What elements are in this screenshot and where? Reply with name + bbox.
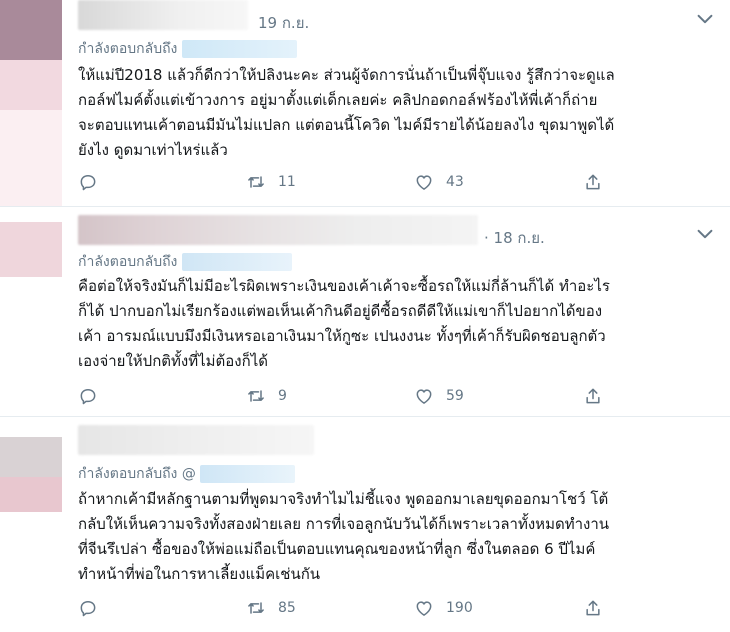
replying-to-label: กำลังตอบกลับถึง: [78, 254, 178, 270]
like-count: 43: [446, 174, 464, 190]
reply-icon: [80, 601, 96, 617]
reply-button[interactable]: [78, 170, 110, 194]
author-name-redacted: [78, 215, 478, 245]
reply-button[interactable]: [78, 596, 110, 620]
retweet-count: 11: [278, 174, 296, 190]
reply-button[interactable]: [78, 384, 110, 408]
author-name-redacted: [78, 0, 248, 30]
tweet-date[interactable]: 19 ก.ย.: [258, 11, 309, 35]
replying-to-handle-redacted[interactable]: [200, 465, 296, 483]
like-button[interactable]: 59: [414, 384, 464, 408]
tweet-feed: 19 ก.ย. กำลังตอบกลับถึง ให้แม่ปี2018 แล้…: [0, 0, 730, 632]
tweet[interactable]: · 18 ก.ย. กำลังตอบกลับถึง คือต่อให้จริงม…: [0, 207, 730, 417]
retweet-button[interactable]: 11: [246, 170, 296, 194]
reply-icon: [80, 389, 96, 405]
replying-to-label: กำลังตอบกลับถึง @: [78, 466, 196, 482]
tweet[interactable]: 19 ก.ย. กำลังตอบกลับถึง ให้แม่ปี2018 แล้…: [0, 0, 730, 207]
tweet-text: ให้แม่ปี2018 แล้วก็ดีกว่าให้ปลิงนะคะ ส่ว…: [78, 66, 615, 159]
tweet-actions: 11 43: [78, 170, 628, 194]
share-button[interactable]: [583, 384, 603, 408]
retweet-button[interactable]: 9: [246, 384, 287, 408]
like-count: 190: [446, 600, 473, 616]
tweet[interactable]: กำลังตอบกลับถึง @ ถ้าหากเค้ามีหลักฐานตาม…: [0, 417, 730, 632]
reply-icon: [80, 175, 96, 191]
like-button[interactable]: 190: [414, 596, 473, 620]
replying-to-label: กำลังตอบกลับถึง: [78, 41, 178, 57]
retweet-icon: [248, 390, 264, 402]
tweet-text: คือต่อให้จริงมันก็ไม่มีอะไรผิดเพราะเงินข…: [78, 277, 610, 370]
retweet-button[interactable]: 85: [246, 596, 296, 620]
retweet-count: 9: [278, 388, 287, 404]
tweet-date[interactable]: · 18 ก.ย.: [484, 226, 545, 250]
tweet-actions: 85 190: [78, 596, 628, 620]
like-button[interactable]: 43: [414, 170, 464, 194]
share-button[interactable]: [583, 596, 603, 620]
share-button[interactable]: [583, 170, 603, 194]
share-icon: [586, 388, 600, 404]
replying-to: กำลังตอบกลับถึง: [78, 38, 297, 60]
tweet-actions: 9 59: [78, 384, 628, 408]
replying-to-handle-redacted[interactable]: [181, 253, 292, 271]
avatar[interactable]: [0, 0, 62, 206]
tweet-text: ถ้าหากเค้ามีหลักฐานตามที่พูดมาจริงทำไมไม…: [78, 490, 610, 583]
like-icon: [416, 175, 432, 190]
share-icon: [586, 174, 600, 190]
replying-to-handle-redacted[interactable]: [181, 40, 297, 58]
share-icon: [586, 600, 600, 616]
retweet-icon: [248, 602, 264, 614]
retweet-count: 85: [278, 600, 296, 616]
avatar[interactable]: [0, 417, 62, 632]
avatar[interactable]: [0, 207, 62, 416]
replying-to: กำลังตอบกลับถึง: [78, 251, 292, 273]
replying-to: กำลังตอบกลับถึง @: [78, 463, 296, 485]
like-icon: [416, 389, 432, 404]
chevron-down-icon[interactable]: [694, 223, 716, 245]
retweet-icon: [248, 176, 264, 188]
chevron-down-icon[interactable]: [694, 8, 716, 30]
like-icon: [416, 601, 432, 616]
author-name-redacted: [78, 425, 314, 455]
like-count: 59: [446, 388, 464, 404]
